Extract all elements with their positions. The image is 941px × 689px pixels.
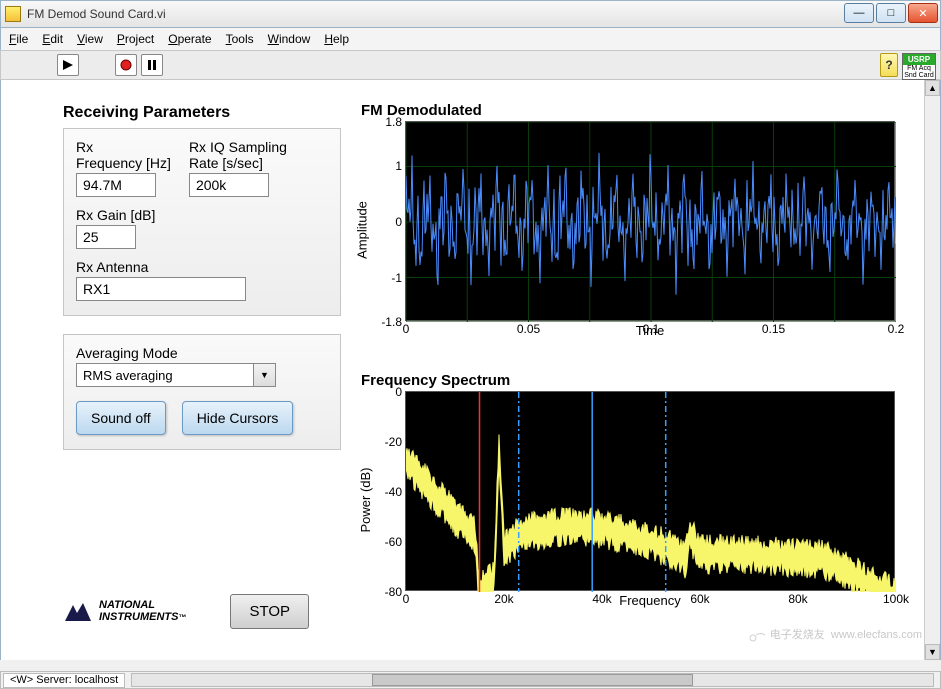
fm-demod-ytick: 1.8 xyxy=(385,115,406,129)
spectrum-ytick: -60 xyxy=(385,535,406,549)
receiving-params-panel: RxFrequency [Hz] Rx IQ SamplingRate [s/s… xyxy=(63,128,341,316)
maximize-button[interactable]: □ xyxy=(876,3,906,23)
spectrum-xtick: 100k xyxy=(883,590,909,606)
averaging-mode-label: Averaging Mode xyxy=(76,345,328,361)
stop-button[interactable]: STOP xyxy=(230,594,309,629)
horizontal-scrollbar[interactable] xyxy=(131,673,934,687)
ni-eagle-icon xyxy=(63,601,93,623)
rx-frequency-label: RxFrequency [Hz] xyxy=(76,139,171,171)
spectrum-ytick: 0 xyxy=(395,385,406,399)
status-bar: <W> Server: localhost xyxy=(0,671,941,689)
menu-window[interactable]: Window xyxy=(268,32,311,46)
toolbar: ? USRP FM Acq Snd Card xyxy=(0,50,941,80)
fm-demod-xtick: 0 xyxy=(403,320,410,336)
watermark: 电子发烧友 www.elecfans.com xyxy=(747,626,922,642)
spectrum-xtick: 40k xyxy=(592,590,611,606)
window-title: FM Demod Sound Card.vi xyxy=(27,7,166,21)
close-button[interactable]: ✕ xyxy=(908,3,938,23)
freq-spectrum-title: Frequency Spectrum xyxy=(361,372,901,389)
scroll-down-icon[interactable]: ▼ xyxy=(925,644,940,660)
ni-logo-tm: ™ xyxy=(178,613,186,622)
pause-icon xyxy=(146,59,158,71)
menu-tools[interactable]: Tools xyxy=(226,32,254,46)
pause-button[interactable] xyxy=(141,54,163,76)
spectrum-ytick: -20 xyxy=(385,435,406,449)
menu-operate[interactable]: Operate xyxy=(168,32,211,46)
ni-logo-line2: INSTRUMENTS xyxy=(99,611,178,623)
vi-file-icon xyxy=(5,6,21,22)
spectrum-xtick: 80k xyxy=(788,590,807,606)
rx-iq-rate-input[interactable] xyxy=(189,173,269,197)
menu-bar: File Edit View Project Operate Tools Win… xyxy=(0,28,941,50)
front-panel: ▲ ▼ Receiving Parameters RxFrequency [Hz… xyxy=(0,80,941,660)
fm-demod-xtick: 0.05 xyxy=(517,320,540,336)
fm-demod-plot[interactable]: -1.8-1011.800.050.10.150.2 xyxy=(405,121,895,321)
menu-edit[interactable]: Edit xyxy=(42,32,63,46)
hide-cursors-button[interactable]: Hide Cursors xyxy=(182,401,294,435)
averaging-mode-value: RMS averaging xyxy=(83,368,173,383)
badge-line1: FM Acq xyxy=(903,65,935,72)
abort-button[interactable] xyxy=(115,54,137,76)
rx-antenna-input[interactable] xyxy=(76,277,246,301)
fm-demod-ytick: 1 xyxy=(395,159,406,173)
menu-project[interactable]: Project xyxy=(117,32,154,46)
stop-circle-icon xyxy=(120,59,132,71)
fm-demod-ytick: 0 xyxy=(395,215,406,229)
spectrum-xtick: 0 xyxy=(403,590,410,606)
spectrum-xtick: 20k xyxy=(494,590,513,606)
fm-demod-xtick: 0.1 xyxy=(643,320,660,336)
freq-spectrum-plot[interactable]: -80-60-40-200020k40k60k80k100k xyxy=(405,391,895,591)
rx-antenna-label: Rx Antenna xyxy=(76,259,328,275)
fm-demod-ytick: -1 xyxy=(391,271,406,285)
fm-demod-ylabel: Amplitude xyxy=(354,201,369,259)
badge-line2: Snd Card xyxy=(903,72,935,79)
fm-demod-xtick: 0.15 xyxy=(762,320,785,336)
run-arrow-icon xyxy=(61,58,75,72)
freq-spectrum-ylabel: Power (dB) xyxy=(358,467,373,532)
vi-icon-badge[interactable]: USRP FM Acq Snd Card xyxy=(902,53,936,80)
menu-view[interactable]: View xyxy=(77,32,103,46)
rx-iq-rate-label: Rx IQ SamplingRate [s/sec] xyxy=(189,139,287,171)
rx-gain-label: Rx Gain [dB] xyxy=(76,207,328,223)
menu-file[interactable]: File xyxy=(9,32,28,46)
scroll-up-icon[interactable]: ▲ xyxy=(925,80,940,96)
spectrum-xtick: 60k xyxy=(690,590,709,606)
spectrum-ytick: -40 xyxy=(385,485,406,499)
averaging-mode-select[interactable]: RMS averaging ▼ xyxy=(76,363,276,387)
menu-help[interactable]: Help xyxy=(324,32,349,46)
run-button[interactable] xyxy=(57,54,79,76)
minimize-button[interactable]: — xyxy=(844,3,874,23)
fm-demod-title: FM Demodulated xyxy=(361,102,901,119)
scrollbar-thumb[interactable] xyxy=(372,674,692,686)
vertical-scrollbar[interactable]: ▲ ▼ xyxy=(924,80,940,660)
ni-logo: NATIONAL INSTRUMENTS™ xyxy=(63,600,186,623)
averaging-panel: Averaging Mode RMS averaging ▼ Sound off… xyxy=(63,334,341,450)
rx-gain-input[interactable] xyxy=(76,225,136,249)
sound-off-button[interactable]: Sound off xyxy=(76,401,166,435)
badge-usrp: USRP xyxy=(903,54,935,65)
server-status: <W> Server: localhost xyxy=(3,673,125,688)
freq-spectrum-xlabel: Frequency xyxy=(405,593,895,608)
receiving-params-title: Receiving Parameters xyxy=(63,104,341,122)
fm-demod-xtick: 0.2 xyxy=(888,320,905,336)
context-help-button[interactable]: ? xyxy=(880,53,898,77)
window-titlebar: FM Demod Sound Card.vi — □ ✕ xyxy=(0,0,941,28)
chevron-down-icon: ▼ xyxy=(253,364,275,386)
rx-frequency-input[interactable] xyxy=(76,173,156,197)
